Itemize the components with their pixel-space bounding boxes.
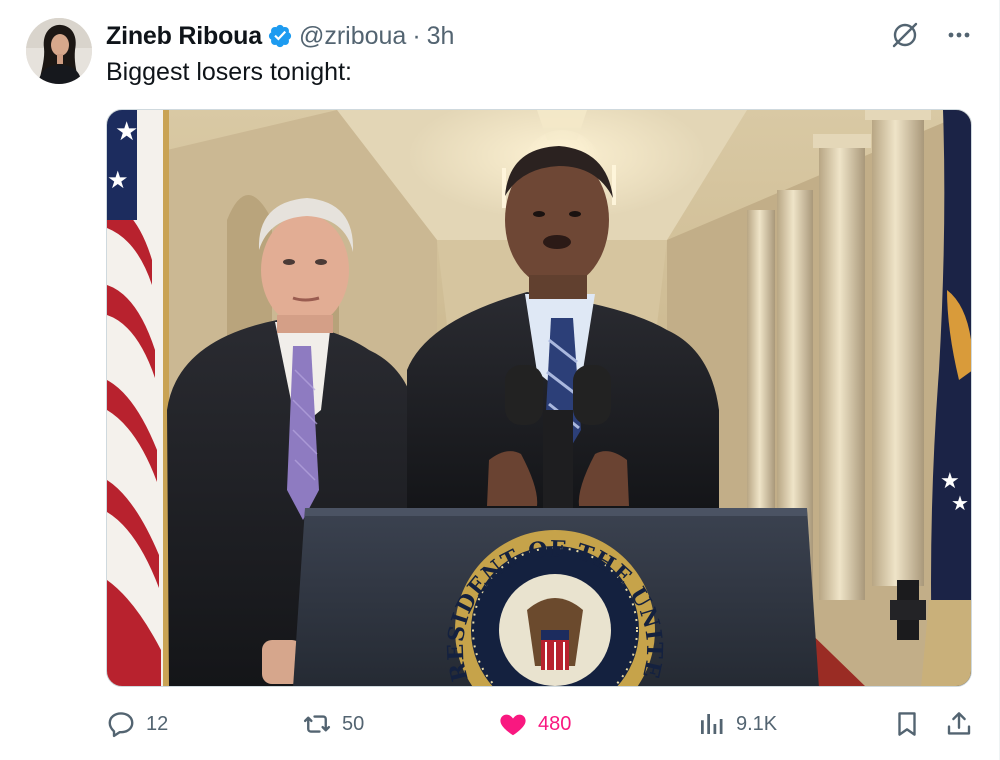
repost-button[interactable]: 50: [302, 704, 364, 744]
bookmark-icon: [898, 712, 916, 736]
share-button[interactable]: [944, 704, 974, 744]
display-name[interactable]: Zineb Riboua: [106, 22, 262, 51]
heart-icon: [500, 714, 526, 736]
views-button[interactable]: 9.1K: [696, 704, 777, 744]
action-bar: 12 50 480 9.1K: [106, 704, 974, 744]
more-options-button[interactable]: [942, 18, 976, 52]
repost-count: 50: [342, 712, 365, 735]
tweet-text: Biggest losers tonight:: [106, 58, 352, 86]
reply-icon: [108, 712, 134, 738]
grok-button[interactable]: [888, 18, 922, 52]
timestamp[interactable]: 3h: [427, 22, 455, 51]
top-actions: [888, 18, 976, 52]
svg-text:★: ★: [951, 491, 969, 515]
view-count: 9.1K: [736, 712, 778, 735]
photo-illustration: ★ ★ ★ ★ RESIDENT OF THE UNITE: [107, 110, 971, 686]
reply-button[interactable]: 12: [106, 704, 168, 744]
tweet-header: Zineb Riboua @zriboua · 3h: [106, 20, 454, 52]
repost-icon: [303, 715, 331, 733]
tweet-photo[interactable]: ★ ★ ★ ★ RESIDENT OF THE UNITE: [106, 109, 972, 687]
reply-count: 12: [146, 712, 169, 735]
more-icon: [948, 32, 970, 38]
bookmark-button[interactable]: [892, 704, 922, 744]
verified-badge-icon: [267, 23, 293, 49]
avatar-image: [26, 18, 92, 84]
like-button[interactable]: 480: [498, 704, 571, 744]
avatar[interactable]: [26, 18, 92, 84]
grok-icon: [892, 22, 918, 48]
separator-dot: ·: [412, 21, 421, 50]
svg-text:★: ★: [107, 166, 129, 194]
views-icon: [701, 714, 723, 734]
share-icon: [947, 712, 971, 735]
svg-text:★: ★: [115, 117, 138, 147]
handle[interactable]: @zriboua: [299, 22, 406, 51]
like-count: 480: [538, 712, 572, 735]
